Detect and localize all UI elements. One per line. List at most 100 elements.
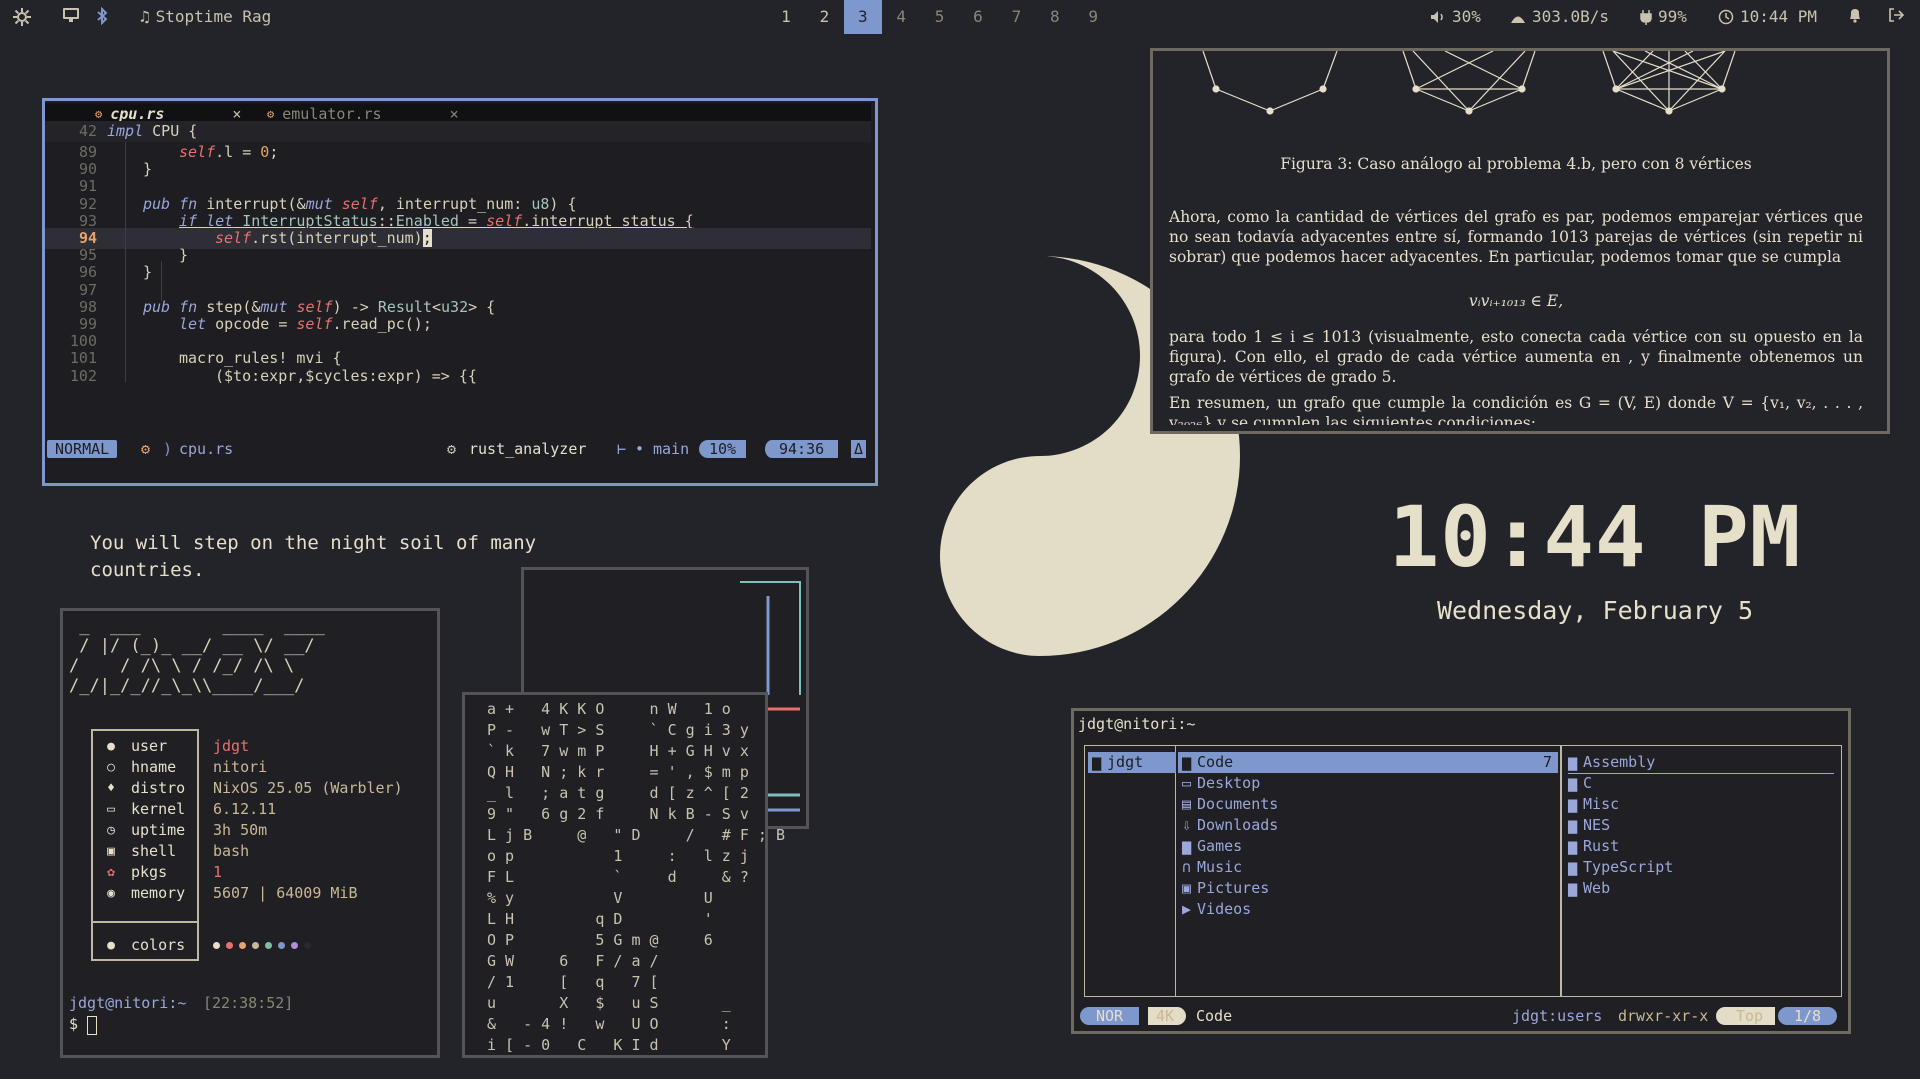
folder-icon: ▆ xyxy=(1568,837,1578,855)
fetch-key: user xyxy=(131,737,168,755)
battery-widget[interactable]: 99% xyxy=(1640,7,1687,26)
fetch-value: NixOS 25.05 (Warbler) xyxy=(213,779,403,797)
fetch-terminal[interactable]: _ ___ ____ ____ / |/ (_)_ __/ __ \/ __/ … xyxy=(60,608,440,1058)
fm-owner: jdgt:users xyxy=(1512,1007,1603,1025)
fm-title: jdgt@nitori:~ xyxy=(1078,715,1196,733)
fm-entry[interactable]: ▤ Documents xyxy=(1178,794,1558,815)
documents-icon: ▤ xyxy=(1182,795,1192,813)
mode-indicator: NORMAL xyxy=(47,440,118,458)
fm-preview-item[interactable]: ▆ Assembly xyxy=(1568,752,1834,774)
paragraph-3: En resumen, un grafo que cumple la condi… xyxy=(1169,394,1863,425)
workspace-3[interactable]: 3 xyxy=(843,0,882,34)
fm-parent-item[interactable]: ▆ jdgt xyxy=(1088,752,1176,773)
fetch-row-pkgs: ✿ pkgs 1 xyxy=(63,862,423,883)
volume-icon xyxy=(1431,10,1443,23)
workspace-4[interactable]: 4 xyxy=(882,0,920,34)
fetch-row-shell: ▣ shell bash xyxy=(63,841,423,862)
media-widget[interactable]: ♫ Stoptime Rag xyxy=(140,7,271,26)
line-number: 42 xyxy=(78,122,97,140)
sticky-context-line[interactable]: 42 impl CPU { xyxy=(45,121,871,142)
workspace-6[interactable]: 6 xyxy=(959,0,997,34)
fetch-row-uptime: ◷ uptime 3h 50m xyxy=(63,820,423,841)
code-line[interactable]: 102 ($to:expr,$cycles:expr) => {{ xyxy=(45,366,871,387)
fm-preview-item[interactable]: ▆ Misc xyxy=(1568,794,1834,815)
fm-entry[interactable]: ▆ Games xyxy=(1178,836,1558,857)
fm-entry[interactable]: ∩ Music xyxy=(1178,857,1558,878)
figure-caption: Figura 3: Caso análogo al problema 4.b, … xyxy=(1280,155,1752,173)
fm-entry[interactable]: ▶ Videos xyxy=(1178,899,1558,920)
workspace-2[interactable]: 2 xyxy=(805,0,843,34)
top-bar: ♫ Stoptime Rag 123456789 30% 303.0B/s 99… xyxy=(0,0,1920,34)
fm-preview-item[interactable]: ▆ Rust xyxy=(1568,836,1834,857)
fm-preview-item[interactable]: ▆ NES xyxy=(1568,815,1834,836)
fm-entry[interactable]: ▭ Desktop xyxy=(1178,773,1558,794)
desktop-clock: 10:44 PM xyxy=(1388,488,1802,586)
paragraph-1: Ahora, como la cantidad de vértices del … xyxy=(1169,208,1863,266)
fm-item-label: jdgt xyxy=(1107,753,1144,771)
fetch-key: pkgs xyxy=(131,863,168,881)
fetch-value: jdgt xyxy=(213,737,250,755)
palette-swatch xyxy=(304,942,311,949)
indent-guide xyxy=(125,142,126,382)
fm-permissions: drwxr-xr-x xyxy=(1618,1007,1709,1025)
fetch-row-user: ● user jdgt xyxy=(63,736,423,757)
palette-icon: ● xyxy=(107,938,115,953)
palette-swatch xyxy=(239,942,246,949)
matrix-terminal[interactable]: a + 4 K K O n W 1 o P - w T > S ` C g i … xyxy=(462,692,785,1058)
workspace-8[interactable]: 8 xyxy=(1036,0,1074,34)
fm-mode: NOR xyxy=(1080,1007,1140,1025)
bluetooth-icon[interactable] xyxy=(96,7,108,25)
user-icon: ● xyxy=(107,739,115,754)
fetch-key: shell xyxy=(131,842,177,860)
fetch-key: uptime xyxy=(131,821,186,839)
fm-entry[interactable]: ▆ Code 7 xyxy=(1178,752,1558,773)
folder-icon: ▆ xyxy=(1568,879,1578,897)
host-icon: ○ xyxy=(107,760,115,775)
matrix-rain-text: a + 4 K K O n W 1 o P - w T > S ` C g i … xyxy=(487,700,786,1054)
network-widget[interactable]: 303.0B/s xyxy=(1510,7,1609,26)
bell-icon[interactable] xyxy=(1848,7,1862,23)
fm-item-label: Downloads xyxy=(1197,816,1279,834)
kernel-icon: ▭ xyxy=(107,802,115,817)
fm-parent-column[interactable] xyxy=(1084,745,1176,997)
clock-icon xyxy=(1718,9,1734,24)
gears-icon: ⚙ xyxy=(447,440,457,458)
logout-icon[interactable] xyxy=(1888,7,1904,23)
folder-icon: ▆ xyxy=(1092,753,1102,771)
shell-icon: ▣ xyxy=(107,844,115,859)
videos-icon: ▶ xyxy=(1182,900,1192,918)
settings-icon[interactable] xyxy=(12,7,32,27)
fetch-key: hname xyxy=(131,758,177,776)
fetch-key: kernel xyxy=(131,800,186,818)
editor-statusline: NORMAL ⚙ ) cpu.rs ⚙ rust_analyzer ⊢ • ma… xyxy=(45,439,871,461)
colors-label: colors xyxy=(131,936,186,954)
workspace-5[interactable]: 5 xyxy=(921,0,959,34)
fm-item-label: Videos xyxy=(1197,900,1252,918)
fm-item-label: TypeScript xyxy=(1583,858,1674,876)
fm-item-label: Web xyxy=(1583,879,1611,897)
fm-entry[interactable]: ▣ Pictures xyxy=(1178,878,1558,899)
file-manager-window[interactable]: jdgt@nitori:~ NOR 4K Code jdgt:users drw… xyxy=(1071,708,1851,1034)
fm-statusline: NOR 4K Code jdgt:users drwxr-xr-x Top 1/… xyxy=(1078,1007,1842,1027)
downloads-icon: ⇩ xyxy=(1182,816,1192,834)
volume-widget[interactable]: 30% xyxy=(1430,7,1481,26)
workspace-1[interactable]: 1 xyxy=(767,0,805,34)
workspace-7[interactable]: 7 xyxy=(997,0,1035,34)
code-text: impl CPU { xyxy=(107,122,198,140)
code-editor-window[interactable]: ⚙ cpu.rs × ⚙ emulator.rs × 42 impl CPU {8… xyxy=(42,98,878,486)
distro-icon: ♦ xyxy=(107,781,115,796)
monitor-icon[interactable] xyxy=(62,7,80,23)
fm-preview-item[interactable]: ▆ Web xyxy=(1568,878,1834,899)
workspace-9[interactable]: 9 xyxy=(1074,0,1112,34)
fm-entry[interactable]: ⇩ Downloads xyxy=(1178,815,1558,836)
branch-icon: ⊢ • xyxy=(617,440,645,458)
fm-item-label: Music xyxy=(1197,858,1243,876)
clock-widget[interactable]: 10:44 PM xyxy=(1718,7,1817,26)
fetch-value: 6.12.11 xyxy=(213,800,277,818)
fetch-colors-row: ● colors xyxy=(63,935,433,956)
fm-preview-item[interactable]: ▆ TypeScript xyxy=(1568,857,1834,878)
palette-swatch xyxy=(213,942,220,949)
pdf-viewer-window[interactable]: Figura 3: Caso análogo al problema 4.b, … xyxy=(1150,48,1890,434)
fm-preview-item[interactable]: ▆ C xyxy=(1568,773,1834,794)
uptime-icon: ◷ xyxy=(107,823,115,838)
